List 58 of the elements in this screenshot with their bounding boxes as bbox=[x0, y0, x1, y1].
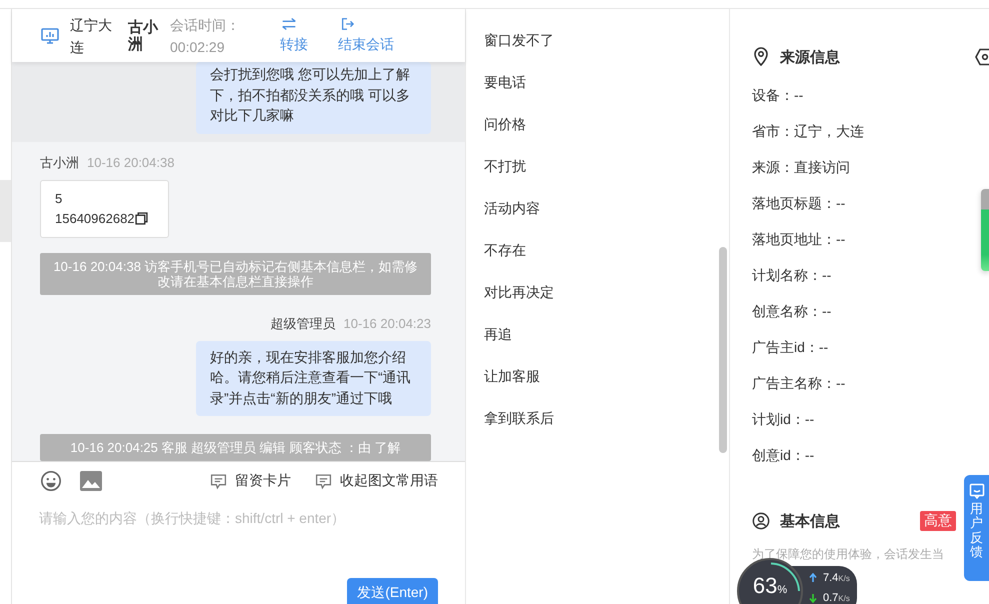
swap-arrows-icon bbox=[280, 17, 298, 31]
quick-reply-item[interactable]: 对比再决定 bbox=[484, 281, 719, 323]
agent-message: 会打扰到您哦 您可以先加上了解下，拍不拍都没关系的哦 可以多对比下几家嘛 bbox=[196, 62, 431, 134]
quick-reply-item[interactable]: 拿到联系后 bbox=[484, 407, 719, 449]
settings-icon[interactable] bbox=[975, 48, 989, 66]
location-pin-icon bbox=[752, 47, 770, 67]
source-field: 设备：-- bbox=[752, 87, 804, 103]
emoji-icon[interactable] bbox=[39, 470, 63, 492]
quick-reply-item[interactable]: 不打扰 bbox=[484, 155, 719, 197]
source-field: 计划名称：-- bbox=[752, 267, 832, 283]
duration-value: 00:02:29 bbox=[170, 38, 226, 56]
source-field: 落地页地址：-- bbox=[752, 231, 846, 247]
composer-tool-button[interactable]: 留资卡片 bbox=[210, 472, 291, 490]
duration-label: 会话时间： bbox=[170, 16, 241, 34]
visitor-location: 辽宁大连 bbox=[70, 16, 113, 56]
side-handle[interactable] bbox=[981, 189, 989, 271]
sender-name: 古小洲 bbox=[40, 154, 79, 170]
down-arrow-icon bbox=[809, 593, 817, 603]
source-field: 计划id：-- bbox=[752, 411, 814, 427]
quick-reply-item[interactable]: 要电话 bbox=[484, 71, 719, 113]
image-icon[interactable] bbox=[79, 470, 103, 492]
message-icon bbox=[315, 472, 332, 490]
usage-percent: 63% bbox=[752, 574, 788, 600]
up-arrow-icon bbox=[809, 573, 817, 583]
source-field: 落地页标题：-- bbox=[752, 195, 846, 211]
source-field: 广告主id：-- bbox=[752, 339, 828, 355]
card-text: 15640962682 bbox=[55, 210, 135, 228]
message-time: 10-16 20:04:38 bbox=[87, 154, 174, 170]
chat-bubble-icon bbox=[968, 483, 984, 499]
agent-message: 好的亲，现在安排客服加您介绍哈。请您稍后注意查看一下“通讯录”并点击“新的朋友”通过下哦 bbox=[196, 340, 431, 416]
section-title: 基本信息 bbox=[780, 512, 840, 530]
source-field: 来源：直接访问 bbox=[752, 159, 850, 175]
source-field: 创意id：-- bbox=[752, 447, 814, 463]
system-notice: 10-16 20:04:38 访客手机号已自动标记右侧基本信息栏，如需修改请在基本信息栏直接操作 bbox=[40, 252, 431, 294]
user-icon bbox=[752, 511, 770, 531]
quick-reply-item[interactable]: 不存在 bbox=[484, 239, 719, 281]
download-speed: 0.7K/s bbox=[823, 592, 850, 604]
quick-reply-item[interactable]: 让加客服 bbox=[484, 365, 719, 407]
card-text: 5 bbox=[55, 190, 62, 208]
intent-tag: 高意 bbox=[920, 511, 956, 531]
visitor-name: 古小洲 bbox=[128, 18, 160, 52]
copy-icon[interactable] bbox=[134, 212, 148, 225]
quick-reply-item[interactable]: 活动内容 bbox=[484, 197, 719, 239]
monitor-icon bbox=[40, 26, 60, 46]
source-field: 创意名称：-- bbox=[752, 303, 832, 319]
source-field: 省市：辽宁，大连 bbox=[752, 123, 864, 139]
message-time: 10-16 20:04:23 bbox=[344, 316, 431, 332]
quick-reply-item[interactable]: 问价格 bbox=[484, 113, 719, 155]
quick-reply-item[interactable]: 窗口发不了 bbox=[484, 29, 719, 71]
message-icon bbox=[210, 472, 227, 490]
sender-name: 超级管理员 bbox=[270, 316, 336, 332]
system-notice: 10-16 20:04:25 客服 超级管理员 编辑 顾客状态 ：由 了解 bbox=[40, 434, 431, 461]
scrollbar-thumb[interactable] bbox=[719, 247, 727, 453]
upload-speed: 7.4K/s bbox=[823, 572, 850, 584]
quick-reply-item[interactable]: 再追 bbox=[484, 323, 719, 365]
source-field: 广告主名称：-- bbox=[752, 375, 846, 391]
composer-tool-button[interactable]: 收起图文常用语 bbox=[315, 472, 438, 490]
section-title: 来源信息 bbox=[780, 48, 840, 66]
